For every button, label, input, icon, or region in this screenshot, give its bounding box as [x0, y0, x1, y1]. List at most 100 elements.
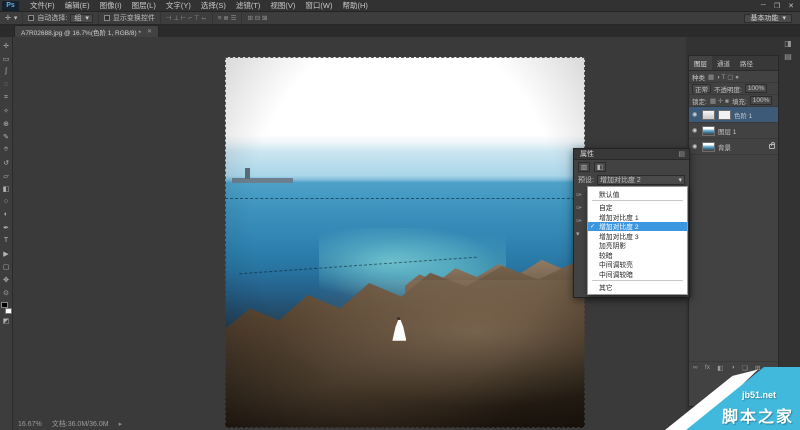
workspace-switcher[interactable]: 基本功能 ▾ [744, 14, 792, 23]
menu-item[interactable]: 图像(I) [95, 0, 127, 11]
restore-button[interactable]: ❐ [774, 2, 780, 10]
layer-thumbnail[interactable] [702, 142, 715, 152]
menu-item[interactable]: 窗口(W) [300, 0, 337, 11]
brush-tool[interactable]: ✎ [1, 130, 12, 143]
levels-adjustment-icon[interactable]: ▥ [578, 162, 590, 172]
zoom-level-field[interactable]: 16.67% [18, 421, 42, 428]
levels-slider[interactable]: ▾ [576, 230, 582, 238]
color-swatches[interactable] [1, 302, 12, 314]
black-point-eyedropper[interactable]: ✑ [576, 191, 582, 199]
layer-row[interactable]: ◉ 背景 [689, 139, 778, 155]
adjustment-thumbnail[interactable] [702, 110, 715, 120]
show-transform-checkbox[interactable] [104, 15, 110, 21]
visibility-eye-icon[interactable]: ◉ [692, 127, 699, 134]
background-color-swatch[interactable] [5, 308, 12, 314]
preset-option[interactable]: 自定 [588, 203, 687, 213]
opacity-field[interactable]: 100% [745, 84, 768, 93]
collapsed-panel-icon-2[interactable]: ▤ [784, 52, 792, 61]
visibility-eye-icon[interactable]: ◉ [692, 111, 699, 118]
layer-name: 背景 [718, 142, 731, 152]
marquee-tool[interactable]: ▭ [1, 52, 12, 65]
mask-icon[interactable]: ◧ [594, 162, 606, 172]
quick-mask-button[interactable]: ◩ [1, 314, 12, 327]
preset-option[interactable]: 较暗 [588, 250, 687, 260]
menu-item[interactable]: 视图(V) [265, 0, 300, 11]
layer-row[interactable]: ◉ 色阶 1 [689, 107, 778, 123]
preset-option[interactable]: 加亮阴影 [588, 241, 687, 251]
crop-tool[interactable]: ⌗ [1, 91, 12, 104]
tab-properties[interactable]: 属性 [574, 149, 600, 159]
menu-item[interactable]: 滤镜(T) [231, 0, 266, 11]
shape-tool[interactable]: ▢ [1, 260, 12, 273]
fill-field[interactable]: 100% [750, 96, 773, 105]
status-menu-arrow-icon[interactable]: ▸ [119, 420, 123, 428]
pen-tool[interactable]: ✒ [1, 221, 12, 234]
preset-option[interactable]: 其它 [588, 283, 687, 293]
extra-buttons[interactable]: ⊞ ⊟ ⊠ [242, 12, 272, 24]
gradient-tool[interactable]: ◧ [1, 182, 12, 195]
preset-dropdown[interactable]: 增加对比度 2 ▾ [597, 175, 685, 185]
healing-brush-tool[interactable]: ⊕ [1, 117, 12, 130]
close-button[interactable]: ✕ [788, 2, 794, 10]
distribute-buttons[interactable]: ≡ ≣ ☰ [213, 12, 243, 24]
quick-selection-tool[interactable]: ◌ [1, 78, 12, 91]
show-transform-group: 显示变换控件 [99, 12, 161, 24]
preset-option[interactable]: 中间调较暗 [588, 269, 687, 279]
menu-item[interactable]: 图层(L) [127, 0, 161, 11]
blur-tool[interactable]: ○ [1, 195, 12, 208]
layer-row[interactable]: ◉ 图层 1 [689, 123, 778, 139]
history-brush-tool[interactable]: ↺ [1, 156, 12, 169]
document-tab[interactable]: A7R02688.jpg @ 16.7%(色阶 1, RGB/8) * ✕ [14, 25, 159, 37]
auto-select-checkbox[interactable] [28, 15, 34, 21]
minimize-button[interactable]: ─ [761, 2, 766, 9]
link-layers-icon[interactable]: ∞ [693, 364, 698, 372]
filter-type-icons[interactable]: ▦ ◑ T ▢ ● [708, 73, 739, 81]
layer-thumbnail[interactable] [702, 126, 715, 136]
eyedropper-tool[interactable]: ✧ [1, 104, 12, 117]
blend-mode-dropdown[interactable]: 正常 [692, 84, 711, 93]
type-tool[interactable]: T [1, 234, 12, 247]
white-point-eyedropper[interactable]: ✑ [576, 217, 582, 225]
zoom-tool[interactable]: ⊙ [1, 286, 12, 299]
eraser-tool[interactable]: ▱ [1, 169, 12, 182]
menu-item[interactable]: 帮助(H) [338, 0, 373, 11]
new-adjustment-icon[interactable]: ◑ [731, 364, 735, 372]
document-image[interactable] [225, 57, 585, 428]
preset-option[interactable]: 默认值 [588, 189, 687, 199]
visibility-eye-icon[interactable]: ◉ [692, 143, 699, 150]
auto-select-dropdown[interactable]: 组 ▾ [70, 14, 93, 23]
hand-tool[interactable]: ✥ [1, 273, 12, 286]
lock-icons[interactable]: ▦ ✛ ■ [710, 97, 729, 105]
panel-tab[interactable]: 图层 [689, 56, 712, 70]
new-group-icon[interactable]: ❑ [742, 364, 748, 372]
photo-vignette [225, 57, 585, 428]
lasso-tool[interactable]: ʃ [1, 65, 12, 78]
layer-name: 色阶 1 [734, 110, 752, 120]
new-layer-icon[interactable]: ⊞ [755, 364, 760, 372]
menu-item[interactable]: 文字(Y) [161, 0, 196, 11]
move-tool[interactable]: ✛ [1, 39, 12, 52]
panel-menu-icon[interactable]: ▤ [678, 150, 689, 158]
dodge-tool[interactable]: ◐ [1, 208, 12, 221]
path-selection-tool[interactable]: ▶ [1, 247, 12, 260]
preset-option[interactable]: 增加对比度 1 [588, 212, 687, 222]
close-icon[interactable]: ✕ [147, 28, 152, 35]
layer-effects-icon[interactable]: fx [705, 364, 710, 372]
menu-item[interactable]: 选择(S) [196, 0, 231, 11]
preset-option[interactable]: 增加对比度 2 [588, 222, 687, 232]
preset-option[interactable]: 增加对比度 3 [588, 231, 687, 241]
align-buttons[interactable]: ⊣ ⊥ ⊢ ⌐ ⊤ ⌙ [161, 12, 213, 24]
clone-stamp-tool[interactable]: ⌾ [1, 143, 12, 156]
gray-point-eyedropper[interactable]: ✑ [576, 204, 582, 212]
foreground-color-swatch[interactable] [1, 302, 8, 308]
panel-tab[interactable]: 路径 [735, 56, 758, 70]
layer-mask-thumbnail[interactable] [718, 110, 731, 120]
menu-item[interactable]: 文件(F) [25, 0, 60, 11]
panel-tab[interactable]: 通道 [712, 56, 735, 70]
collapsed-panel-icon-1[interactable]: ◨ [784, 39, 792, 48]
preset-option[interactable]: 中间调较亮 [588, 260, 687, 270]
add-mask-icon[interactable]: ◧ [717, 364, 723, 372]
delete-layer-icon[interactable]: ▭ [768, 364, 774, 372]
menu-item[interactable]: 编辑(E) [60, 0, 95, 11]
current-tool[interactable]: ✛ ▾ [0, 12, 23, 24]
